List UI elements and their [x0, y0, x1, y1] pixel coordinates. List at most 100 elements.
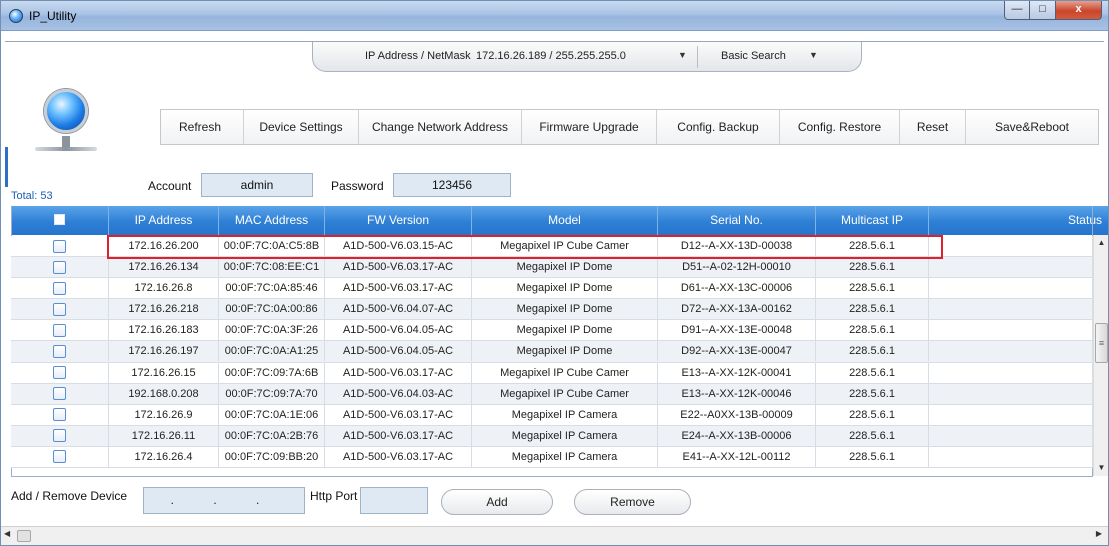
- cell-model: Megapixel IP Dome: [472, 320, 658, 341]
- table-row[interactable]: 192.168.0.208 00:0F:7C:09:7A:70 A1D-500-V6…: [11, 383, 1093, 405]
- row-checkbox-cell[interactable]: [11, 383, 109, 404]
- scroll-up-arrow-icon[interactable]: ▲: [1094, 235, 1109, 251]
- cell-multicast-ip: 228.5.6.1: [816, 446, 929, 467]
- cell-model: Megapixel IP Camera: [472, 446, 658, 467]
- app-globe-icon: [9, 9, 23, 23]
- row-checkbox[interactable]: [53, 260, 66, 274]
- cell-model: Megapixel IP Dome: [472, 341, 658, 362]
- http-port-label: Http Port: [310, 489, 358, 503]
- row-checkbox-cell[interactable]: [11, 446, 109, 467]
- cell-mac-address: 00:0F:7C:08:EE:C1: [219, 257, 325, 278]
- add-device-button[interactable]: Add: [441, 489, 553, 515]
- horizontal-scroll-thumb[interactable]: [17, 530, 31, 542]
- title-bar[interactable]: IP_Utility — □ x: [1, 1, 1108, 31]
- row-checkbox-cell[interactable]: [11, 320, 109, 341]
- cell-status: [929, 299, 1093, 320]
- row-checkbox-cell[interactable]: [11, 425, 109, 446]
- netmask-select[interactable]: 172.16.26.189 / 255.255.255.0: [476, 50, 626, 62]
- cell-ip-address: 172.16.26.11: [109, 425, 219, 446]
- cell-ip-address: 172.16.26.183: [109, 320, 219, 341]
- cell-mac-address: 00:0F:7C:0A:85:46: [219, 278, 325, 299]
- search-mode-select[interactable]: Basic Search: [721, 50, 786, 62]
- row-checkbox[interactable]: [53, 387, 66, 401]
- firmware-upgrade-button[interactable]: Firmware Upgrade: [522, 110, 657, 144]
- chevron-down-icon[interactable]: ▼: [809, 50, 818, 60]
- maximize-button[interactable]: □: [1030, 1, 1056, 20]
- address-bar: IP Address / NetMask 172.16.26.189 / 255…: [312, 42, 862, 72]
- row-checkbox[interactable]: [53, 344, 66, 358]
- chevron-down-icon[interactable]: ▼: [678, 50, 687, 60]
- row-checkbox[interactable]: [53, 366, 66, 380]
- row-checkbox[interactable]: [53, 408, 66, 422]
- table-row[interactable]: 172.16.26.218 00:0F:7C:0A:00:86 A1D-500-V6…: [11, 299, 1093, 321]
- table-row[interactable]: 172.16.26.197 00:0F:7C:0A:A1:25 A1D-500-V6…: [11, 341, 1093, 363]
- close-button[interactable]: x: [1056, 1, 1102, 20]
- row-checkbox-cell[interactable]: [11, 299, 109, 320]
- cell-multicast-ip: 228.5.6.1: [816, 362, 929, 383]
- config-restore-button[interactable]: Config. Restore: [780, 110, 900, 144]
- http-port-input[interactable]: [360, 487, 428, 514]
- cell-model: Megapixel IP Camera: [472, 425, 658, 446]
- table-row[interactable]: 172.16.26.4 00:0F:7C:09:BB:20 A1D-500-V6.0…: [11, 446, 1093, 469]
- vertical-scroll-thumb[interactable]: ≡: [1095, 323, 1108, 363]
- device-ip-input[interactable]: . . .: [143, 487, 305, 514]
- account-input[interactable]: admin: [201, 173, 313, 197]
- scroll-down-arrow-icon[interactable]: ▼: [1094, 460, 1109, 476]
- table-row[interactable]: 172.16.26.134 00:0F:7C:08:EE:C1 A1D-500-V6…: [11, 257, 1093, 279]
- cell-fw-version: A1D-500-V6.03.17-AC: [325, 362, 472, 383]
- cell-model: Megapixel IP Cube Camer: [472, 362, 658, 383]
- table-row[interactable]: 172.16.26.15 00:0F:7C:09:7A:6B A1D-500-V6.…: [11, 362, 1093, 384]
- table-row[interactable]: 172.16.26.8 00:0F:7C:0A:85:46 A1D-500-V6.0…: [11, 278, 1093, 300]
- cell-ip-address: 172.16.26.197: [109, 341, 219, 362]
- window-controls: — □ x: [1004, 1, 1102, 21]
- table-row[interactable]: 172.16.26.11 00:0F:7C:0A:2B:76 A1D-500-V6.…: [11, 425, 1093, 447]
- app-window: IP_Utility — □ x IP Address / NetMask 17…: [0, 0, 1109, 546]
- cell-fw-version: A1D-500-V6.03.17-AC: [325, 257, 472, 278]
- row-checkbox-cell[interactable]: [11, 236, 109, 256]
- row-checkbox-cell[interactable]: [11, 341, 109, 362]
- cell-serial-no: D51--A-02-12H-00010: [658, 257, 816, 278]
- globe-icon: [44, 89, 88, 133]
- horizontal-scrollbar[interactable]: ◀ ▶: [1, 526, 1108, 545]
- row-checkbox[interactable]: [53, 323, 66, 337]
- row-checkbox[interactable]: [53, 302, 66, 316]
- row-checkbox[interactable]: [53, 281, 66, 295]
- table-row[interactable]: 172.16.26.200 00:0F:7C:0A:C5:8B A1D-500-V6…: [11, 236, 1093, 258]
- refresh-button[interactable]: Refresh: [161, 110, 244, 144]
- row-checkbox-cell[interactable]: [11, 362, 109, 383]
- row-checkbox[interactable]: [53, 429, 66, 443]
- cell-mac-address: 00:0F:7C:09:BB:20: [219, 446, 325, 467]
- scroll-right-arrow-icon[interactable]: ▶: [1096, 529, 1102, 538]
- cell-fw-version: A1D-500-V6.03.17-AC: [325, 446, 472, 467]
- cell-mac-address: 00:0F:7C:0A:A1:25: [219, 341, 325, 362]
- cell-model: Megapixel IP Dome: [472, 299, 658, 320]
- change-network-address-button[interactable]: Change Network Address: [359, 110, 522, 144]
- table-row[interactable]: 172.16.26.183 00:0F:7C:0A:3F:26 A1D-500-V6…: [11, 320, 1093, 342]
- row-checkbox-cell[interactable]: [11, 257, 109, 278]
- row-checkbox-cell[interactable]: [11, 404, 109, 425]
- cell-status: [929, 404, 1093, 425]
- row-checkbox[interactable]: [53, 450, 66, 464]
- cell-fw-version: A1D-500-V6.03.17-AC: [325, 404, 472, 425]
- cell-multicast-ip: 228.5.6.1: [816, 299, 929, 320]
- remove-device-button[interactable]: Remove: [574, 489, 691, 515]
- cell-serial-no: E41--A-XX-12L-00112: [658, 446, 816, 467]
- scroll-left-arrow-icon[interactable]: ◀: [4, 529, 10, 538]
- grip-icon: ≡: [1098, 338, 1105, 348]
- row-checkbox[interactable]: [53, 239, 66, 253]
- main-toolbar: Refresh Device Settings Change Network A…: [160, 109, 1099, 145]
- vertical-scrollbar[interactable]: ▲ ≡ ▼: [1093, 235, 1108, 476]
- device-settings-button[interactable]: Device Settings: [244, 110, 359, 144]
- table-row[interactable]: 172.16.26.9 00:0F:7C:0A:1E:06 A1D-500-V6.0…: [11, 404, 1093, 426]
- cell-model: Megapixel IP Camera: [472, 404, 658, 425]
- row-checkbox-cell[interactable]: [11, 278, 109, 299]
- config-backup-button[interactable]: Config. Backup: [657, 110, 780, 144]
- cell-status: [929, 278, 1093, 299]
- cell-model: Megapixel IP Dome: [472, 257, 658, 278]
- minimize-button[interactable]: —: [1004, 1, 1030, 20]
- cell-status: [929, 236, 1093, 256]
- save-reboot-button[interactable]: Save&Reboot: [966, 110, 1098, 144]
- reset-button[interactable]: Reset: [900, 110, 966, 144]
- cell-serial-no: D12--A-XX-13D-00038: [658, 236, 816, 256]
- password-input[interactable]: 123456: [393, 173, 511, 197]
